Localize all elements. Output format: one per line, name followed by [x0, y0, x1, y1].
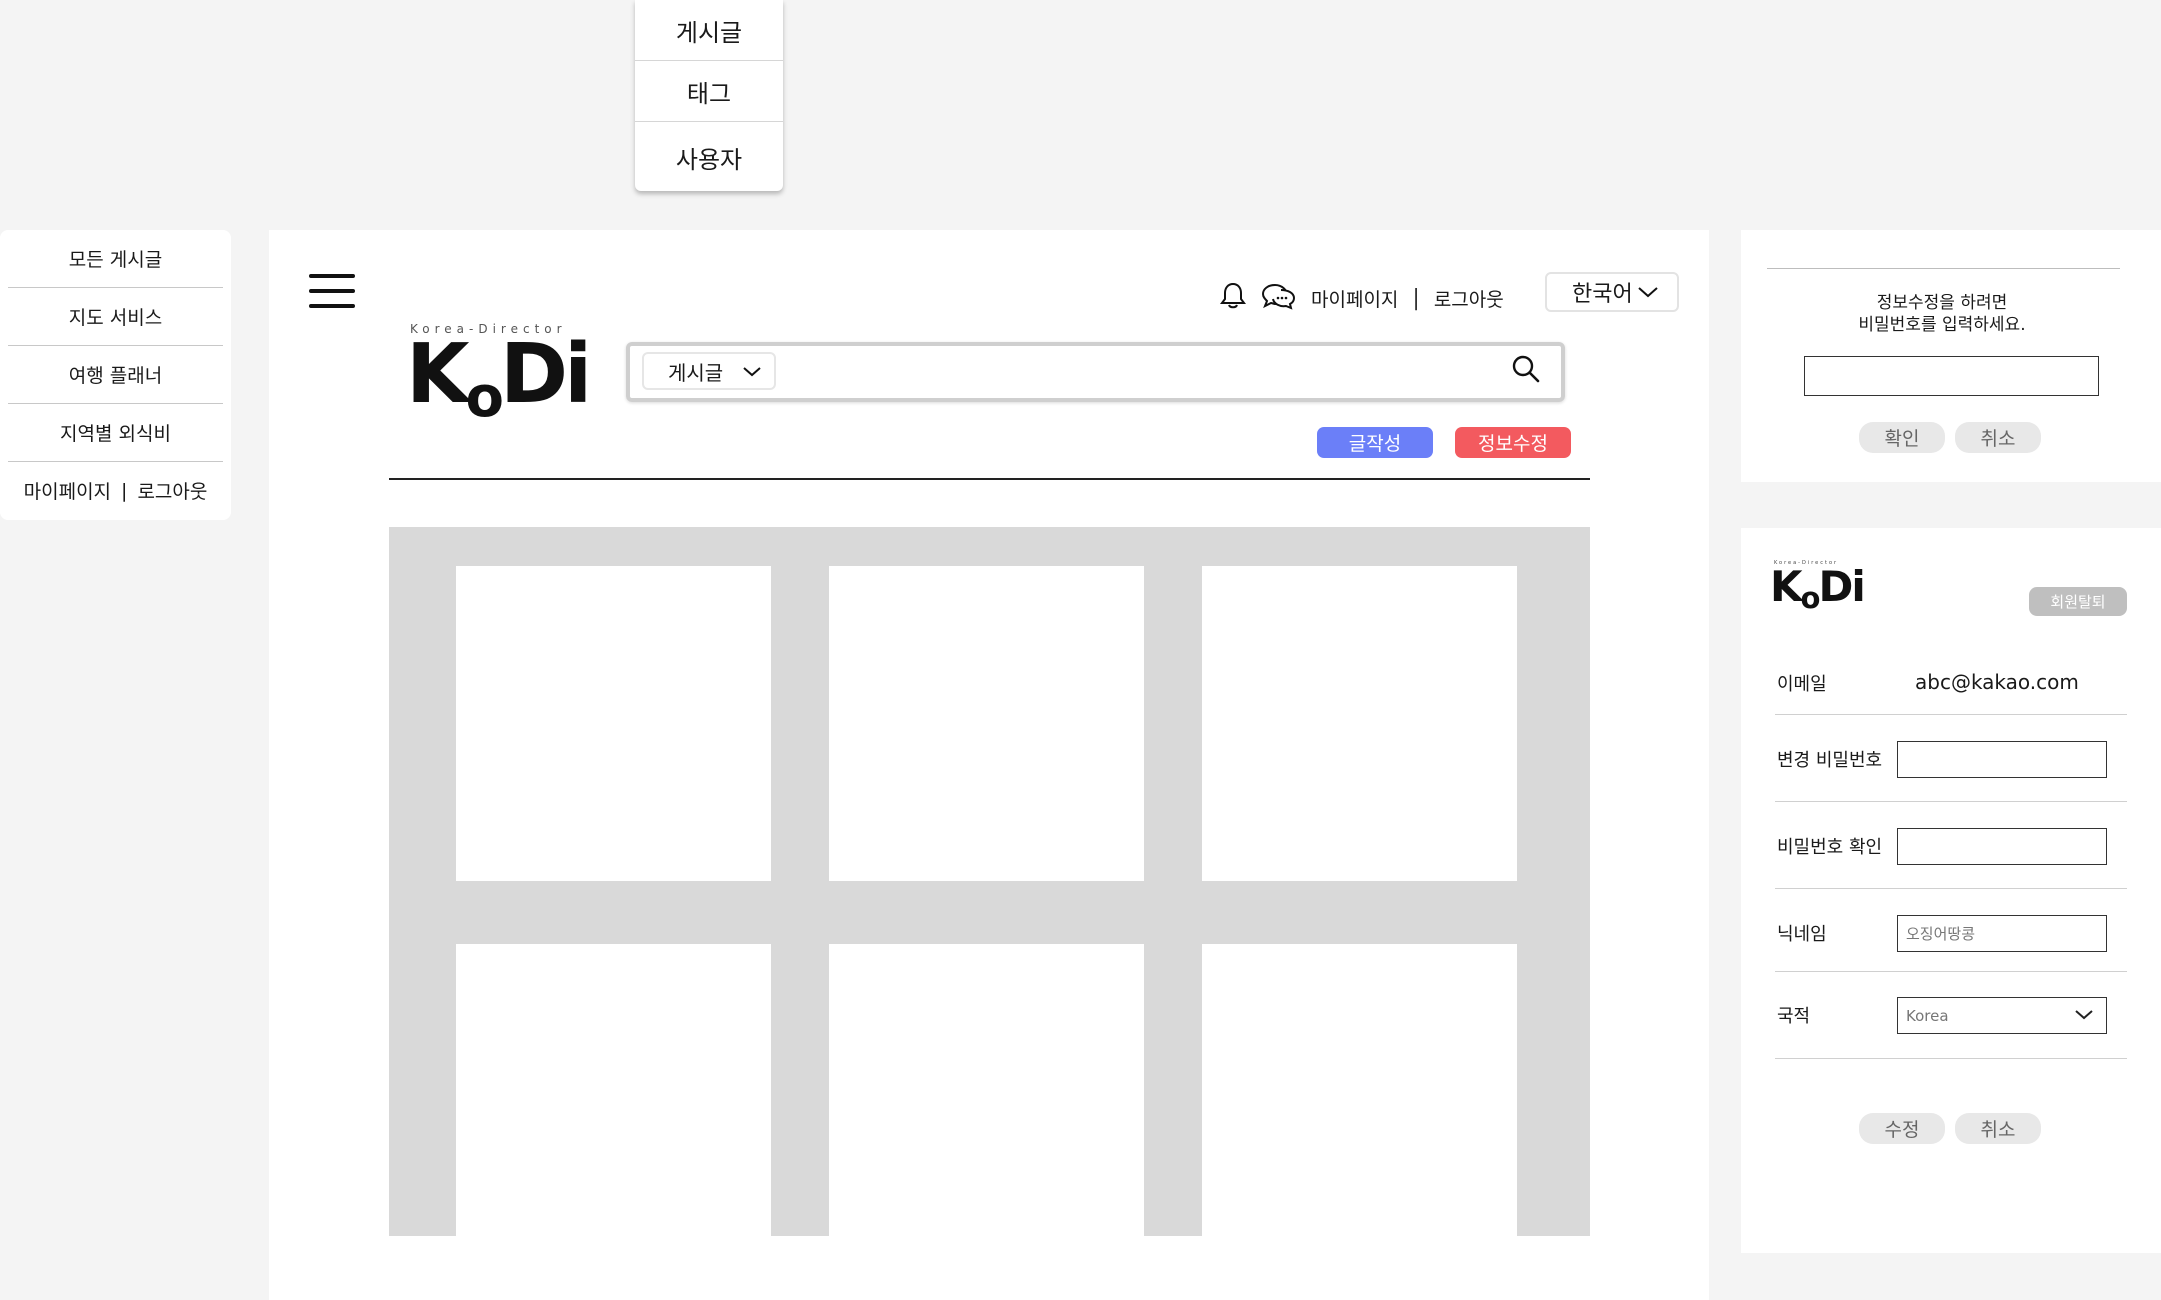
- header-divider: [389, 478, 1590, 480]
- side-menu-item-regional-dining-cost[interactable]: 지역별 외식비: [8, 404, 223, 462]
- withdraw-membership-button[interactable]: 회원탈퇴: [2029, 587, 2127, 616]
- field-divider: [1775, 888, 2127, 889]
- field-divider: [1775, 1058, 2127, 1059]
- nickname-label: 닉네임: [1777, 924, 1827, 945]
- main-panel: Korea-Director KoDi 마이페이지 | 로그아웃 한국어 게시글…: [269, 230, 1709, 1300]
- header-links: 마이페이지 | 로그아웃: [1219, 280, 1504, 316]
- edit-info-button[interactable]: 정보수정: [1455, 427, 1571, 458]
- post-grid: [389, 527, 1590, 1236]
- field-divider: [1775, 801, 2127, 802]
- language-select[interactable]: 한국어: [1545, 272, 1679, 312]
- logo-letters-di: Di: [500, 327, 592, 422]
- side-menu-logout-link[interactable]: 로그아웃: [137, 477, 207, 504]
- chevron-down-icon: [2074, 1007, 2094, 1025]
- post-card[interactable]: [1202, 944, 1517, 1236]
- side-menu-item-map-service[interactable]: 지도 서비스: [8, 288, 223, 346]
- hamburger-menu-icon[interactable]: [309, 274, 355, 308]
- new-password-field[interactable]: [1897, 741, 2107, 778]
- header-separator: |: [1412, 285, 1420, 311]
- dropdown-item-posts[interactable]: 게시글: [635, 0, 783, 61]
- logo-letter-k: K: [1770, 562, 1803, 611]
- search-bar[interactable]: 게시글: [626, 342, 1565, 402]
- email-label: 이메일: [1777, 674, 1827, 695]
- logo-letter-o: o: [465, 365, 505, 430]
- kodi-logo[interactable]: KoDi: [406, 334, 592, 426]
- side-menu-item-all-posts[interactable]: 모든 게시글: [8, 230, 223, 288]
- dropdown-item-tags[interactable]: 태그: [635, 61, 783, 122]
- post-card[interactable]: [456, 566, 771, 881]
- write-post-button[interactable]: 글작성: [1317, 427, 1433, 458]
- post-card[interactable]: [1202, 566, 1517, 881]
- post-card[interactable]: [829, 566, 1144, 881]
- password-check-message-line1: 정보수정을 하려면: [1876, 293, 2008, 313]
- side-menu: 모든 게시글 지도 서비스 여행 플래너 지역별 외식비 마이페이지 | 로그아…: [0, 230, 231, 520]
- side-menu-account-links: 마이페이지 | 로그아웃: [8, 462, 223, 519]
- profile-submit-button[interactable]: 수정: [1859, 1113, 1945, 1144]
- chat-icon[interactable]: [1261, 281, 1297, 316]
- profile-edit-panel: Korea-Director KoDi 회원탈퇴 이메일 abc@kakao.c…: [1741, 528, 2161, 1253]
- side-menu-mypage-link[interactable]: 마이페이지: [24, 477, 111, 504]
- password-check-message: 정보수정을 하려면 비밀번호를 입력하세요.: [1741, 292, 2143, 336]
- password-confirm-button[interactable]: 확인: [1859, 422, 1945, 453]
- logo-letter-o: o: [1800, 581, 1821, 615]
- nationality-select[interactable]: Korea: [1897, 997, 2107, 1034]
- header-logout-link[interactable]: 로그아웃: [1434, 285, 1504, 312]
- confirm-password-label: 비밀번호 확인: [1777, 837, 1883, 858]
- side-menu-item-travel-planner[interactable]: 여행 플래너: [8, 346, 223, 404]
- email-value: abc@kakao.com: [1915, 670, 2079, 694]
- side-menu-separator: |: [121, 479, 128, 502]
- bell-icon[interactable]: [1219, 281, 1247, 316]
- password-cancel-button[interactable]: 취소: [1955, 422, 2041, 453]
- search-icon[interactable]: [1511, 354, 1541, 388]
- post-card[interactable]: [829, 944, 1144, 1236]
- nationality-select-value: Korea: [1906, 1006, 1949, 1025]
- dropdown-item-users[interactable]: 사용자: [635, 122, 783, 193]
- field-divider: [1775, 971, 2127, 972]
- field-divider: [1775, 714, 2127, 715]
- language-select-value: 한국어: [1572, 282, 1633, 307]
- password-check-input[interactable]: [1804, 356, 2099, 396]
- password-check-message-line2: 비밀번호를 입력하세요.: [1858, 315, 2026, 335]
- header-mypage-link[interactable]: 마이페이지: [1311, 285, 1398, 312]
- post-card[interactable]: [456, 944, 771, 1236]
- search-category-dropdown: 게시글 태그 사용자: [635, 0, 783, 191]
- nickname-field[interactable]: 오징어땅콩: [1897, 915, 2107, 952]
- password-check-panel: 정보수정을 하려면 비밀번호를 입력하세요. 확인 취소: [1741, 230, 2161, 482]
- chevron-down-icon: [1637, 280, 1659, 305]
- profile-cancel-button[interactable]: 취소: [1955, 1113, 2041, 1144]
- kodi-logo-small: KoDi: [1770, 566, 1866, 613]
- search-category-value: 게시글: [668, 360, 724, 385]
- chevron-down-icon: [742, 359, 762, 383]
- nationality-label: 국적: [1777, 1006, 1811, 1027]
- panel-divider: [1767, 268, 2120, 269]
- logo-letters-di: Di: [1818, 562, 1865, 611]
- new-password-label: 변경 비밀번호: [1777, 750, 1883, 771]
- logo-letter-k: K: [406, 327, 470, 422]
- search-category-select[interactable]: 게시글: [642, 352, 776, 390]
- confirm-password-field[interactable]: [1897, 828, 2107, 865]
- nickname-placeholder: 오징어땅콩: [1906, 925, 1976, 943]
